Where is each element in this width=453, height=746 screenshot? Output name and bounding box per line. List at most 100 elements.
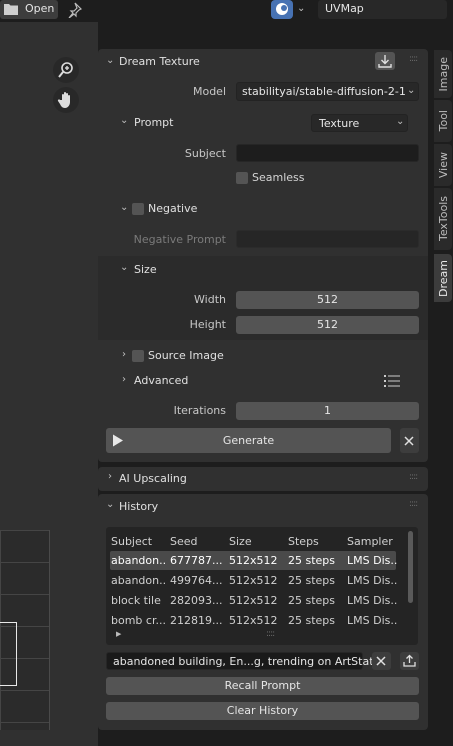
height-field[interactable]: 512: [236, 316, 419, 334]
history-title[interactable]: History: [119, 500, 158, 513]
drag-handle-icon[interactable]: ::::: [409, 54, 418, 64]
size-title[interactable]: Size: [134, 263, 157, 276]
generate-label: Generate: [222, 434, 275, 447]
source-image-title[interactable]: Source Image: [148, 349, 224, 362]
close-icon: [376, 656, 386, 666]
negative-subpanel: ⌄ Negative Negative Prompt: [98, 196, 428, 256]
tab-image-label: Image: [436, 56, 450, 92]
history-cell-seed: 677787...: [170, 554, 223, 567]
close-icon: [404, 436, 414, 446]
display-mode-dropdown[interactable]: ⌄: [271, 0, 309, 19]
model-dropdown[interactable]: stabilityai/stable-diffusion-2-1 ⌄: [236, 82, 419, 101]
header-bar: Open ⌄ UVMap: [0, 0, 453, 22]
pan-button[interactable]: [53, 87, 79, 113]
history-cell-steps: 25 steps: [288, 554, 336, 567]
drag-handle-icon[interactable]: ::::: [409, 472, 418, 482]
tab-tool[interactable]: Tool: [434, 100, 452, 142]
recall-prompt-button[interactable]: Recall Prompt: [106, 677, 419, 695]
history-cell-subject: bomb cr...: [111, 614, 166, 627]
prompt-type-dropdown[interactable]: Texture ⌄: [311, 114, 408, 132]
chevron-right-icon[interactable]: ›: [108, 471, 112, 482]
history-row[interactable]: block tile 282093... 512x512 25 steps LM…: [110, 591, 397, 610]
folder-icon: [4, 4, 18, 15]
history-row[interactable]: abandon... 499764... 512x512 25 steps LM…: [110, 571, 397, 590]
column-header-steps: Steps: [288, 535, 319, 548]
generate-button[interactable]: Generate: [106, 428, 391, 453]
chevron-down-icon[interactable]: ⌄: [120, 262, 128, 273]
chevron-down-icon[interactable]: ⌄: [106, 55, 114, 66]
chevron-down-icon[interactable]: ⌄: [106, 499, 114, 510]
prompt-title[interactable]: Prompt: [134, 116, 173, 129]
history-cell-steps: 25 steps: [288, 574, 336, 587]
remove-history-button[interactable]: [372, 652, 391, 670]
tab-textools[interactable]: TexTools: [434, 188, 452, 250]
history-cell-seed: 212819...: [170, 614, 223, 627]
history-cell-size: 512x512: [229, 594, 278, 607]
tab-view[interactable]: View: [434, 144, 452, 186]
chevron-down-icon[interactable]: ⌄: [120, 202, 128, 213]
history-cell-seed: 282093...: [170, 594, 223, 607]
dream-texture-title[interactable]: Dream Texture: [119, 55, 200, 68]
tab-image[interactable]: Image: [434, 50, 452, 98]
open-button[interactable]: Open: [0, 0, 58, 19]
negative-prompt-input[interactable]: [236, 230, 419, 248]
chevron-down-icon: ⌄: [297, 3, 306, 14]
history-cell-size: 512x512: [229, 554, 278, 567]
source-image-checkbox[interactable]: [132, 350, 144, 362]
cancel-generate-button[interactable]: [400, 428, 419, 453]
history-row[interactable]: abandon... 677787... 512x512 25 steps LM…: [110, 551, 397, 570]
history-cell-sampler: LMS Dis...: [347, 574, 397, 587]
tab-dream[interactable]: Dream: [434, 254, 452, 302]
chevron-down-icon: ⌄: [396, 116, 405, 127]
preset-list-icon[interactable]: [384, 375, 400, 388]
history-cell-size: 512x512: [229, 574, 278, 587]
pin-icon[interactable]: [66, 2, 82, 18]
negative-checkbox[interactable]: [132, 203, 144, 215]
history-cell-sampler: LMS Dis...: [347, 614, 397, 627]
history-scrollbar[interactable]: [408, 531, 413, 603]
advanced-title[interactable]: Advanced: [134, 374, 188, 387]
history-row[interactable]: bomb cr... 212819... 512x512 25 steps LM…: [110, 611, 397, 630]
subject-input[interactable]: [236, 144, 419, 162]
chevron-down-icon: ⌄: [407, 85, 416, 96]
tab-tool-label: Tool: [436, 110, 450, 132]
ai-upscaling-title[interactable]: AI Upscaling: [119, 472, 187, 485]
clear-history-button[interactable]: Clear History: [106, 702, 419, 720]
width-label: Width: [194, 293, 226, 306]
size-subpanel: ⌄ Size Width 512 Height 512: [98, 256, 428, 340]
column-header-seed: Seed: [170, 535, 198, 548]
expand-list-icon[interactable]: ▶: [116, 630, 121, 638]
iterations-label: Iterations: [173, 404, 226, 417]
export-history-button[interactable]: [400, 652, 419, 670]
advanced-subpanel: › Advanced: [98, 369, 428, 393]
history-cell-subject: abandon...: [111, 554, 166, 567]
export-icon: [403, 654, 416, 667]
download-icon: [378, 55, 392, 68]
history-list[interactable]: Subject Seed Size Steps Sampler abandon.…: [106, 527, 418, 645]
width-field[interactable]: 512: [236, 291, 419, 309]
chevron-down-icon[interactable]: ⌄: [120, 115, 128, 126]
history-cell-sampler: LMS Dis...: [347, 554, 397, 567]
uv-island-selection: [0, 622, 17, 686]
zoom-button[interactable]: [53, 57, 79, 83]
drag-handle-icon[interactable]: ::::: [409, 499, 418, 509]
seamless-label[interactable]: Seamless: [252, 171, 305, 184]
column-header-sampler: Sampler: [347, 535, 393, 548]
seamless-checkbox[interactable]: [236, 172, 248, 184]
chevron-right-icon[interactable]: ›: [122, 349, 126, 360]
selected-prompt-field[interactable]: abandoned building, En...g, trending on …: [106, 652, 390, 670]
negative-prompt-label: Negative Prompt: [133, 233, 226, 246]
list-resize-handle[interactable]: ::::: [266, 629, 275, 639]
import-button[interactable]: [375, 52, 395, 70]
chevron-right-icon[interactable]: ›: [122, 374, 126, 385]
uv-sync-icon: [271, 0, 293, 19]
iterations-field[interactable]: 1: [236, 402, 419, 420]
height-label: Height: [189, 318, 226, 331]
history-cell-subject: block tile: [111, 594, 161, 607]
negative-title[interactable]: Negative: [148, 202, 197, 215]
uvmap-field[interactable]: UVMap: [318, 0, 447, 19]
model-value: stabilityai/stable-diffusion-2-1: [242, 85, 406, 98]
history-cell-sampler: LMS Dis...: [347, 594, 397, 607]
prompt-type-value: Texture: [319, 117, 360, 130]
tab-dream-label: Dream: [436, 259, 450, 297]
